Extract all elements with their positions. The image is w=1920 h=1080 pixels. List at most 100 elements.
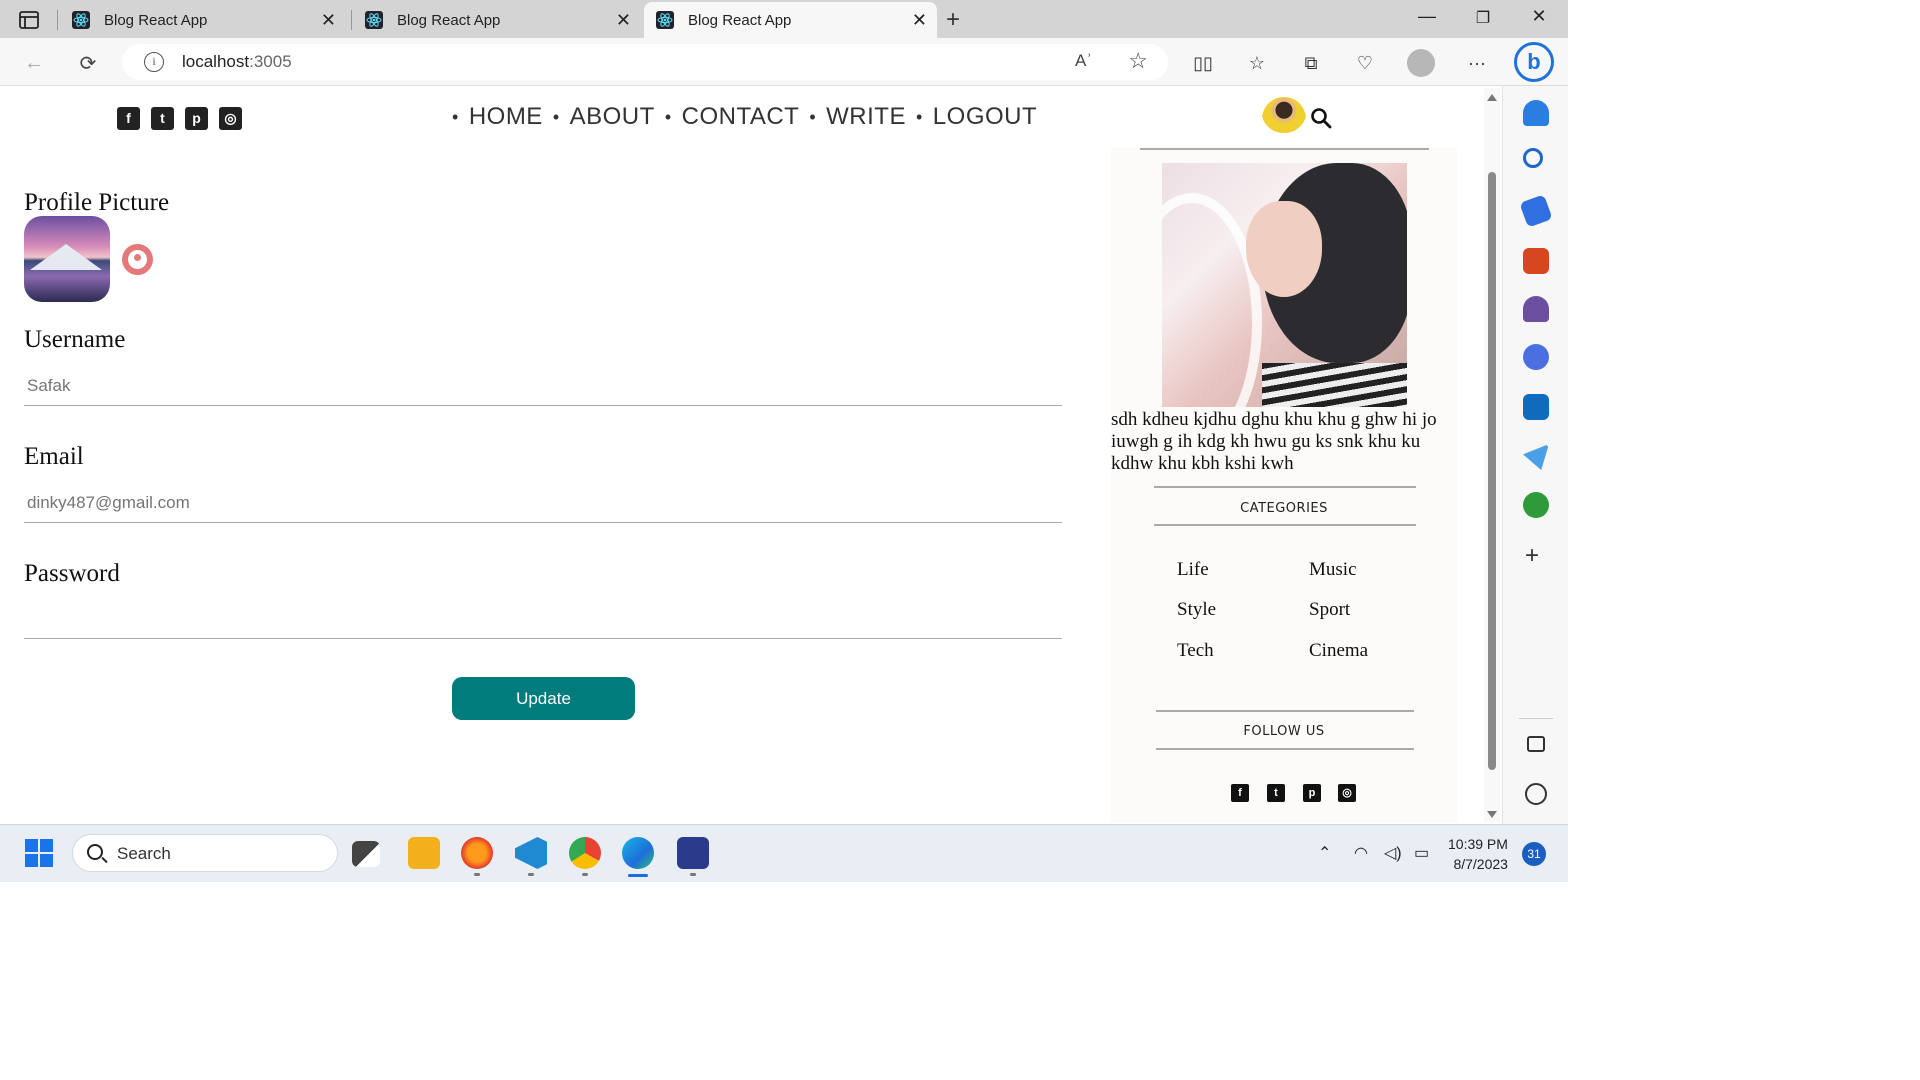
nav-contact[interactable]: • CONTACT xyxy=(665,103,800,131)
more-options-icon[interactable]: ··· xyxy=(1464,50,1490,76)
drop-tree-icon[interactable] xyxy=(1523,492,1549,518)
shopping-tag-icon[interactable] xyxy=(1519,194,1553,228)
collections-icon[interactable]: ⧉ xyxy=(1298,50,1324,76)
sidebar-divider xyxy=(1156,748,1414,750)
pinterest-icon[interactable]: p xyxy=(185,107,208,130)
new-tab-icon[interactable]: + xyxy=(946,6,960,34)
category-life[interactable]: Life xyxy=(1177,559,1209,581)
pinterest-icon[interactable]: p xyxy=(1303,784,1321,802)
split-screen-icon[interactable]: ▯▯ xyxy=(1190,50,1216,76)
category-style[interactable]: Style xyxy=(1177,599,1216,621)
outlook-icon[interactable] xyxy=(1523,394,1549,420)
twitter-icon[interactable]: t xyxy=(1267,784,1285,802)
twitter-icon[interactable]: t xyxy=(151,107,174,130)
bing-copilot-icon[interactable]: b xyxy=(1514,42,1554,82)
upload-user-icon[interactable] xyxy=(122,243,153,275)
volume-icon[interactable]: ◁) xyxy=(1384,843,1402,863)
nav-logout[interactable]: • LOGOUT xyxy=(916,103,1037,131)
read-aloud-icon[interactable]: Aʾ xyxy=(1075,51,1092,71)
edge-icon[interactable] xyxy=(622,837,654,869)
tools-icon[interactable] xyxy=(1523,248,1549,274)
facebook-icon[interactable]: f xyxy=(117,107,140,130)
nav-contact-label: CONTACT xyxy=(681,103,800,130)
url-text[interactable]: localhost:3005 xyxy=(182,52,292,72)
search-icon xyxy=(87,844,103,860)
category-music[interactable]: Music xyxy=(1309,559,1357,581)
file-explorer-icon[interactable] xyxy=(408,837,440,869)
settings-gear-icon[interactable] xyxy=(1525,783,1547,805)
hide-sidebar-icon[interactable] xyxy=(1527,736,1545,752)
site-info-icon[interactable]: i xyxy=(144,52,164,72)
instagram-icon[interactable]: ◎ xyxy=(219,107,242,130)
profile-avatar-icon[interactable] xyxy=(1407,49,1435,77)
browser-tab-bar: Blog React App ✕ Blog React App ✕ Blog R… xyxy=(0,0,1568,38)
send-icon[interactable] xyxy=(1523,444,1549,470)
system-clock[interactable]: 10:39 PM 8/7/2023 xyxy=(1448,834,1508,874)
close-tab-icon[interactable]: ✕ xyxy=(912,10,927,31)
category-sport[interactable]: Sport xyxy=(1309,599,1350,621)
page-scrollbar[interactable] xyxy=(1484,88,1500,822)
clock-date: 8/7/2023 xyxy=(1453,856,1508,872)
task-view-icon[interactable] xyxy=(352,841,380,867)
edge-sidebar: + xyxy=(1502,86,1568,824)
close-window-icon[interactable]: ✕ xyxy=(1524,6,1554,27)
notification-bell-icon[interactable] xyxy=(1523,100,1549,126)
email-label: Email xyxy=(24,443,84,470)
search-sidebar-icon[interactable] xyxy=(1523,148,1543,168)
notification-badge[interactable]: 31 xyxy=(1522,842,1546,866)
windows-start-icon[interactable] xyxy=(25,839,53,867)
browser-tab[interactable]: Blog React App ✕ xyxy=(363,2,641,38)
close-tab-icon[interactable]: ✕ xyxy=(321,10,336,31)
tab-actions-icon[interactable] xyxy=(14,8,44,32)
follow-us-title: FOLLOW US xyxy=(1243,724,1325,739)
nav-about[interactable]: • ABOUT xyxy=(553,103,655,131)
category-cinema[interactable]: Cinema xyxy=(1309,640,1368,662)
user-avatar[interactable] xyxy=(1262,97,1306,141)
favorite-star-icon[interactable]: ☆ xyxy=(1128,48,1148,74)
show-hidden-icons-chevron-icon[interactable]: ⌃ xyxy=(1318,843,1331,863)
taskbar-search[interactable]: Search xyxy=(72,834,338,872)
email-input[interactable] xyxy=(24,483,1062,523)
facebook-icon[interactable]: f xyxy=(1231,784,1249,802)
nav-logout-label: LOGOUT xyxy=(932,103,1038,130)
restore-icon[interactable]: ❐ xyxy=(1468,8,1498,28)
update-button[interactable]: Update xyxy=(452,677,635,720)
profile-picture-label: Profile Picture xyxy=(24,189,170,216)
react-favicon-icon xyxy=(656,11,674,29)
password-input[interactable] xyxy=(24,599,1062,639)
firefox-icon[interactable] xyxy=(461,837,493,869)
reload-icon[interactable]: ⟳ xyxy=(75,50,101,76)
vscode-icon[interactable] xyxy=(515,837,547,869)
browser-essentials-icon[interactable]: ♡ xyxy=(1352,50,1378,76)
nav-write[interactable]: • WRITE xyxy=(809,103,906,131)
sidebar-divider xyxy=(1154,486,1416,488)
username-label: Username xyxy=(24,326,126,353)
add-sidebar-app-icon[interactable]: + xyxy=(1525,542,1539,570)
browser-tab-active[interactable]: Blog React App ✕ xyxy=(644,2,937,38)
back-arrow-icon[interactable]: ← xyxy=(21,50,47,76)
scrollbar-thumb[interactable] xyxy=(1488,172,1496,770)
favorites-icon[interactable]: ☆ xyxy=(1244,50,1270,76)
microsoft-365-icon[interactable] xyxy=(1523,344,1549,370)
address-bar[interactable]: i localhost:3005 Aʾ ☆ xyxy=(122,44,1168,80)
scroll-up-arrow-icon[interactable] xyxy=(1487,94,1497,101)
battery-icon[interactable]: ▭ xyxy=(1414,843,1429,863)
minimize-icon[interactable]: — xyxy=(1412,6,1442,27)
devcpp-icon[interactable] xyxy=(677,837,709,869)
wifi-icon[interactable]: ◠ xyxy=(1354,843,1368,863)
browser-tab[interactable]: Blog React App ✕ xyxy=(70,2,346,38)
close-tab-icon[interactable]: ✕ xyxy=(616,10,631,31)
scroll-down-arrow-icon[interactable] xyxy=(1487,811,1497,818)
instagram-icon[interactable]: ◎ xyxy=(1338,784,1356,802)
games-icon[interactable] xyxy=(1523,296,1549,322)
react-favicon-icon xyxy=(72,11,90,29)
about-me-photo xyxy=(1162,163,1407,407)
nav-home[interactable]: • HOME xyxy=(452,103,543,131)
address-toolbar: ← ⟳ i localhost:3005 Aʾ ☆ ▯▯ ☆ ⧉ ♡ ··· b xyxy=(0,38,1568,86)
username-input[interactable] xyxy=(24,366,1062,406)
search-icon[interactable] xyxy=(1310,107,1332,129)
url-port: :3005 xyxy=(249,52,292,71)
category-tech[interactable]: Tech xyxy=(1177,640,1214,662)
chrome-icon[interactable] xyxy=(569,837,601,869)
tab-title: Blog React App xyxy=(104,11,208,29)
